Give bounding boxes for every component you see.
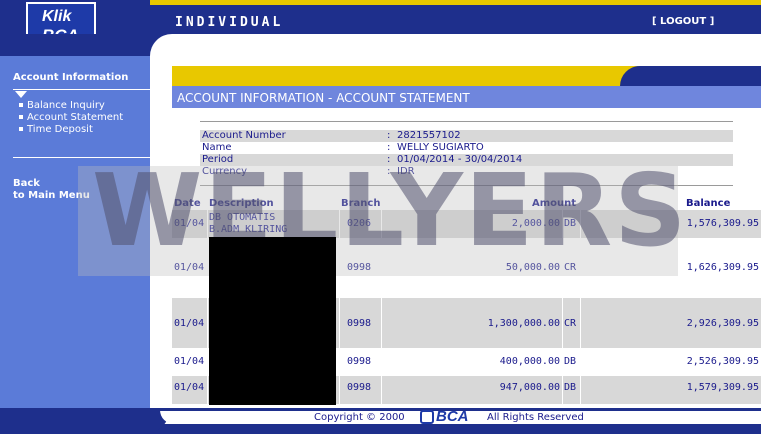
row-type: CR (564, 318, 577, 329)
logout-link[interactable]: [ LOGOUT ] (652, 16, 714, 27)
redaction-box (209, 237, 336, 405)
sidebar-item-balance-inquiry[interactable]: Balance Inquiry (19, 100, 105, 111)
sidebar-item-time-deposit[interactable]: Time Deposit (19, 124, 93, 135)
colon: : (387, 130, 391, 141)
copyright-text: Copyright © 2000 (314, 412, 405, 423)
sidebar-divider (13, 89, 150, 90)
sidebar-section-title: Account Information (13, 72, 129, 83)
expand-arrow-icon (15, 91, 27, 98)
row-type: DB (564, 356, 577, 367)
page-title: ACCOUNT INFORMATION - ACCOUNT STATEMENT (177, 91, 470, 105)
row-balance: 2,526,309.95 (686, 356, 759, 367)
header-curve (150, 34, 761, 56)
row-balance: 2,926,309.95 (686, 318, 759, 329)
sidebar-item-label: Balance Inquiry (27, 100, 105, 111)
row-date: 01/04 (174, 382, 205, 393)
bca-logo-icon (420, 410, 434, 425)
sidebar-top-fill (0, 34, 150, 56)
sidebar-item-label: Account Statement (27, 112, 124, 123)
row-branch: 0998 (347, 356, 372, 367)
bca-logo-text: BCA (436, 408, 469, 425)
account-number-value: 2821557102 (397, 130, 461, 141)
bullet-icon (19, 115, 23, 119)
divider (200, 121, 733, 122)
watermark-text: WELLYERS (92, 152, 689, 269)
row-amount: 1,300,000.00 (487, 318, 560, 329)
row-amount: 400,000.00 (499, 356, 560, 367)
logo-text-klik: Klik (42, 8, 72, 25)
footer-curve (0, 408, 170, 434)
row-amount: 947,000.00 (499, 382, 560, 393)
row-branch: 0998 (347, 318, 372, 329)
bullet-icon (19, 103, 23, 107)
account-number-row: Account Number : 2821557102 (200, 130, 733, 142)
sidebar-item-label: Time Deposit (27, 124, 93, 135)
row-type: DB (564, 382, 577, 393)
row-date: 01/04 (174, 356, 205, 367)
sidebar-item-account-statement[interactable]: Account Statement (19, 112, 123, 123)
row-date: 01/04 (174, 318, 205, 329)
row-balance: 1,579,309.95 (686, 382, 759, 393)
top-banner-bar (0, 0, 761, 34)
account-number-label: Account Number (202, 130, 286, 141)
app-title: INDIVIDUAL (175, 15, 284, 30)
row-branch: 0998 (347, 382, 372, 393)
bca-footer-logo: BCA (420, 408, 469, 425)
footer-top-line (0, 408, 761, 411)
bullet-icon (19, 127, 23, 131)
rights-text: All Rights Reserved (487, 412, 584, 423)
content-accent-curve (620, 66, 761, 86)
column-header-balance: Balance (686, 198, 731, 209)
top-accent-stripe (150, 0, 761, 5)
